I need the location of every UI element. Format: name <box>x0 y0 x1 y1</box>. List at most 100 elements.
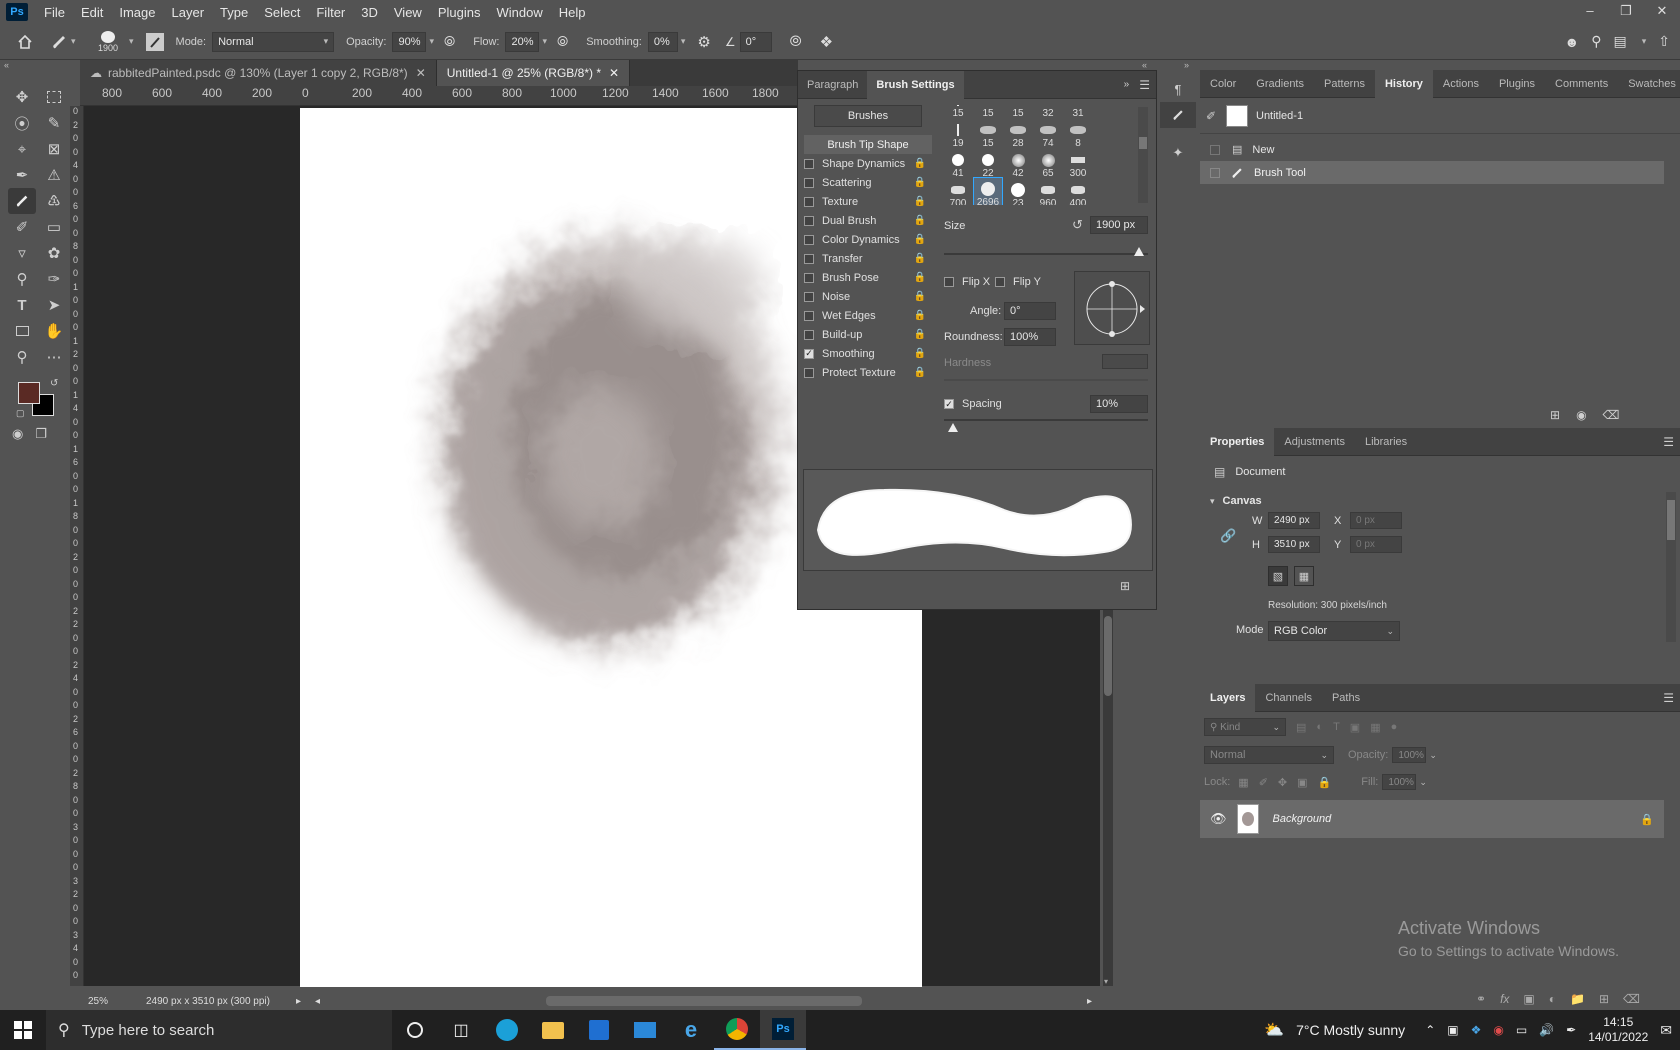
tab-history[interactable]: History <box>1374 69 1433 98</box>
history-item-new[interactable]: ▤ New <box>1200 138 1680 161</box>
panel-collapse-left-icon[interactable]: « <box>1142 60 1147 70</box>
tab-adjustments[interactable]: Adjustments <box>1274 428 1355 456</box>
brush-tip[interactable]: 65 <box>1033 147 1063 179</box>
brush-option-smoothing[interactable]: ✓ Smoothing 🔒 <box>804 344 932 363</box>
color-mode-select[interactable]: RGB Color ⌄ <box>1268 621 1400 641</box>
share-user-icon[interactable]: ☻ <box>1565 34 1580 50</box>
menu-filter[interactable]: Filter <box>308 5 353 20</box>
spacing-slider-track[interactable] <box>944 419 1148 421</box>
foreground-color-swatch[interactable] <box>18 382 40 404</box>
tab-gradients[interactable]: Gradients <box>1246 70 1314 98</box>
new-layer-icon[interactable]: ⊞ <box>1599 992 1609 1006</box>
brush-settings-toggle-icon[interactable] <box>145 32 164 51</box>
paint-bucket-tool-icon[interactable]: ▿ <box>8 240 36 266</box>
chrome-icon[interactable] <box>714 1010 760 1050</box>
lock-icon[interactable]: 🔒 <box>914 310 926 321</box>
pressure-size-icon[interactable]: ⦾ <box>790 33 802 50</box>
checkbox-icon[interactable] <box>804 291 814 302</box>
lock-icon[interactable]: 🔒 <box>914 234 926 245</box>
history-brush-tool-icon[interactable]: ✐ <box>8 214 36 240</box>
checkbox-icon[interactable] <box>804 215 814 226</box>
lock-icon[interactable]: 🔒 <box>914 291 926 302</box>
menu-3d[interactable]: 3D <box>353 5 386 20</box>
paragraph-icon[interactable]: ¶ <box>1160 76 1196 102</box>
clock[interactable]: 14:15 14/01/2022 <box>1588 1015 1648 1045</box>
weather-text[interactable]: 7°C Mostly sunny <box>1296 1022 1405 1038</box>
chevron-up-icon[interactable]: ⌃ <box>1425 1023 1435 1037</box>
tab-actions[interactable]: Actions <box>1433 70 1489 98</box>
brush-tool-icon[interactable] <box>8 188 36 214</box>
zoom-tool-icon[interactable]: ⚲ <box>8 344 36 370</box>
store-icon[interactable] <box>576 1010 622 1050</box>
brush-tip[interactable]: 300 <box>1063 147 1093 179</box>
path-selection-tool-icon[interactable]: ➤ <box>40 292 68 318</box>
windows-start-icon[interactable] <box>0 1010 46 1050</box>
tab-color[interactable]: Color <box>1200 70 1246 98</box>
properties-scrollbar[interactable] <box>1666 492 1676 642</box>
brush-tip[interactable]: 400 <box>1063 177 1093 205</box>
lock-icon[interactable]: 🔒 <box>914 215 926 226</box>
adjustment-layer-icon[interactable]: ◐ <box>1549 992 1556 1006</box>
checkbox-checked-icon[interactable]: ✓ <box>804 348 814 359</box>
smoothing-input[interactable]: 0% <box>647 31 678 52</box>
brush-option-color-dynamics[interactable]: Color Dynamics 🔒 <box>804 230 932 249</box>
cortana-icon[interactable] <box>392 1010 438 1050</box>
fx-icon[interactable]: fx <box>1500 992 1509 1006</box>
checkbox-icon[interactable] <box>804 158 814 169</box>
pressure-opacity-icon[interactable]: ⦾ <box>444 33 455 50</box>
lock-icon[interactable]: 🔒 <box>914 272 926 283</box>
brush-tip[interactable]: 700 <box>943 177 973 205</box>
link-icon[interactable]: 🔗 <box>1220 528 1236 544</box>
lock-icon[interactable]: 🔒 <box>914 348 926 359</box>
brush-tip-selected[interactable]: 2696 <box>973 177 1003 205</box>
restore-icon[interactable]: ❐ <box>1608 0 1644 24</box>
angle-input[interactable]: 0° <box>1004 302 1056 320</box>
volume-icon[interactable]: 🔊 <box>1539 1023 1554 1037</box>
tab-close-icon[interactable]: ✕ <box>416 66 426 80</box>
menu-layer[interactable]: Layer <box>164 5 213 20</box>
vertical-scrollbar[interactable]: ▾ <box>1103 610 1113 986</box>
canvas-section-header[interactable]: ▾ Canvas <box>1200 488 1680 514</box>
expand-panel-icon[interactable]: » <box>1124 79 1130 90</box>
width-input[interactable]: 2490 px <box>1268 512 1320 529</box>
screen-mode-icon[interactable]: ❐ <box>35 426 47 442</box>
brush-option-scattering[interactable]: Scattering 🔒 <box>804 173 932 192</box>
add-mask-icon[interactable]: ▣ <box>1523 992 1534 1006</box>
default-colors-icon[interactable]: ▢ <box>16 408 25 419</box>
task-view-icon[interactable]: ◫ <box>438 1010 484 1050</box>
minimize-icon[interactable]: – <box>1572 0 1608 24</box>
toolbar-collapse-icon[interactable]: « <box>4 60 9 70</box>
roundness-input[interactable]: 100% <box>1004 328 1056 346</box>
display-icon[interactable]: ▭ <box>1516 1023 1527 1037</box>
mail-icon[interactable] <box>622 1010 668 1050</box>
menu-select[interactable]: Select <box>256 5 308 20</box>
menu-edit[interactable]: Edit <box>73 5 111 20</box>
brush-tip[interactable]: 42 <box>1003 147 1033 179</box>
scrollbar-thumb[interactable] <box>1104 616 1112 696</box>
photoshop-taskbar-icon[interactable]: Ps <box>760 1010 806 1050</box>
rectangle-tool-icon[interactable] <box>8 318 36 344</box>
new-brush-icon[interactable]: ⊞ <box>1120 579 1130 593</box>
brush-tip[interactable]: 19 <box>943 117 973 149</box>
brush-tip[interactable]: 28 <box>1003 117 1033 149</box>
flow-input[interactable]: 20% <box>505 31 540 52</box>
history-brush-source-icon[interactable]: ✐ <box>1206 109 1226 123</box>
tab-channels[interactable]: Channels <box>1255 684 1321 712</box>
brushes-button[interactable]: Brushes <box>814 105 922 127</box>
size-slider-track[interactable] <box>944 253 1148 255</box>
layer-name[interactable]: Background <box>1273 813 1332 825</box>
crop-tool-icon[interactable]: ⌖ <box>8 136 36 162</box>
mode-select[interactable]: Normal ▾ <box>212 31 335 52</box>
tab-swatches[interactable]: Swatches <box>1618 70 1680 98</box>
taskbar-search-box[interactable]: ⚲ Type here to search <box>46 1010 392 1050</box>
link-layers-icon[interactable]: ⚭ <box>1476 992 1486 1006</box>
scroll-right-icon[interactable]: ▸ <box>1087 996 1092 1007</box>
menu-help[interactable]: Help <box>551 5 594 20</box>
dropbox-icon[interactable]: ❖ <box>1471 1023 1482 1037</box>
checkbox-icon[interactable] <box>804 234 814 245</box>
home-icon[interactable] <box>0 34 50 50</box>
angle-input[interactable]: 0° <box>739 31 772 52</box>
tip-grid-scroll-thumb[interactable] <box>1139 137 1147 149</box>
notifications-icon[interactable]: ✉ <box>1660 1022 1672 1039</box>
menu-image[interactable]: Image <box>111 5 163 20</box>
